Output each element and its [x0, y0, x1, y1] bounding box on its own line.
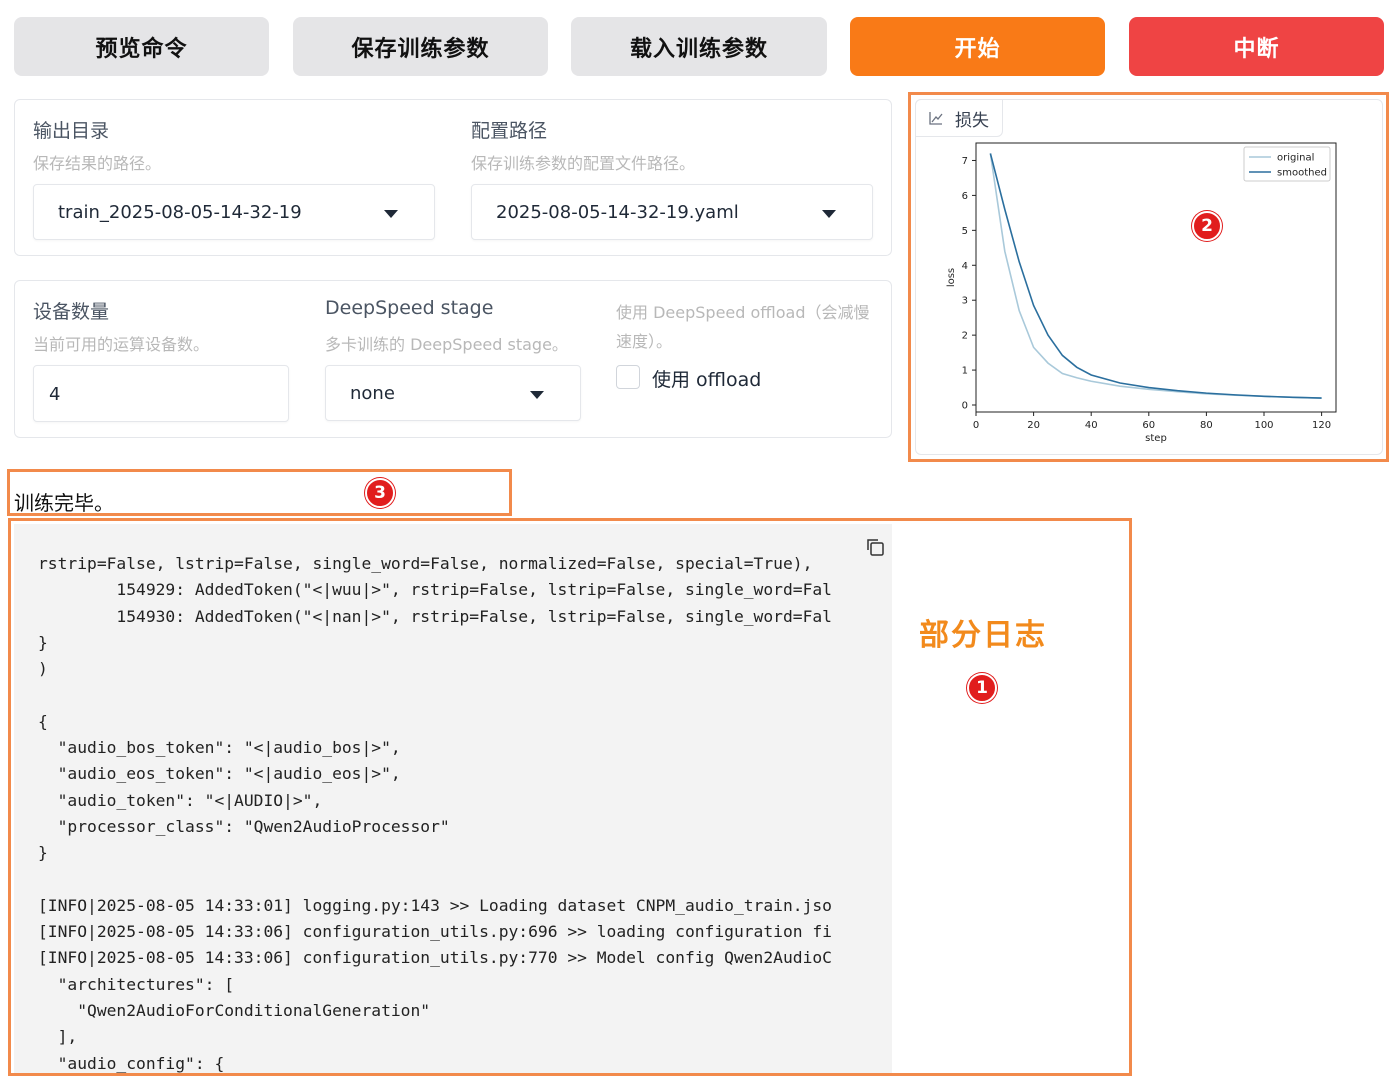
ds-offload-checkbox[interactable]	[616, 365, 640, 389]
ds-offload-label: 使用 offload	[652, 369, 762, 391]
ds-offload-info: 使用 DeepSpeed offload（会减慢	[616, 303, 870, 322]
output-dir-info: 保存结果的路径。	[33, 154, 162, 173]
partial-log-annotation: 部分日志	[919, 618, 1047, 653]
device-count-info: 当前可用的运算设备数。	[33, 335, 210, 354]
start-button[interactable]: 开始	[850, 17, 1105, 76]
highlight-box-status	[7, 469, 512, 516]
config-path-dropdown[interactable]: 2025-08-05-14-32-19.yaml	[471, 184, 873, 240]
output-dir-label: 输出目录	[33, 120, 110, 142]
abort-button[interactable]: 中断	[1129, 17, 1384, 76]
output-dir-dropdown[interactable]: train_2025-08-05-14-32-19	[33, 184, 435, 240]
chevron-down-icon	[822, 210, 836, 218]
device-count-field[interactable]: 4	[33, 365, 289, 422]
highlight-box-plot	[908, 92, 1389, 462]
config-path-value: 2025-08-05-14-32-19.yaml	[496, 202, 739, 223]
config-path-label: 配置路径	[471, 120, 548, 142]
annotation-badge-2: 2	[1192, 211, 1222, 241]
device-count-value: 4	[49, 384, 61, 405]
output-dir-value: train_2025-08-05-14-32-19	[58, 202, 302, 223]
config-path-info: 保存训练参数的配置文件路径。	[471, 154, 696, 173]
highlight-box-log	[8, 518, 1132, 1076]
preview-command-button[interactable]: 预览命令	[14, 17, 269, 76]
annotation-badge-1: 1	[967, 673, 997, 703]
ds-stage-label: DeepSpeed stage	[325, 297, 494, 319]
annotation-badge-3: 3	[365, 478, 395, 508]
ds-stage-value: none	[350, 383, 395, 404]
chevron-down-icon	[530, 391, 544, 399]
save-args-button[interactable]: 保存训练参数	[293, 17, 548, 76]
load-args-button[interactable]: 载入训练参数	[571, 17, 827, 76]
ds-offload-info-line2: 速度）。	[616, 332, 673, 351]
ds-stage-info: 多卡训练的 DeepSpeed stage。	[325, 335, 568, 354]
ds-stage-dropdown[interactable]: none	[325, 365, 581, 421]
device-count-label: 设备数量	[33, 301, 110, 323]
chevron-down-icon	[384, 210, 398, 218]
